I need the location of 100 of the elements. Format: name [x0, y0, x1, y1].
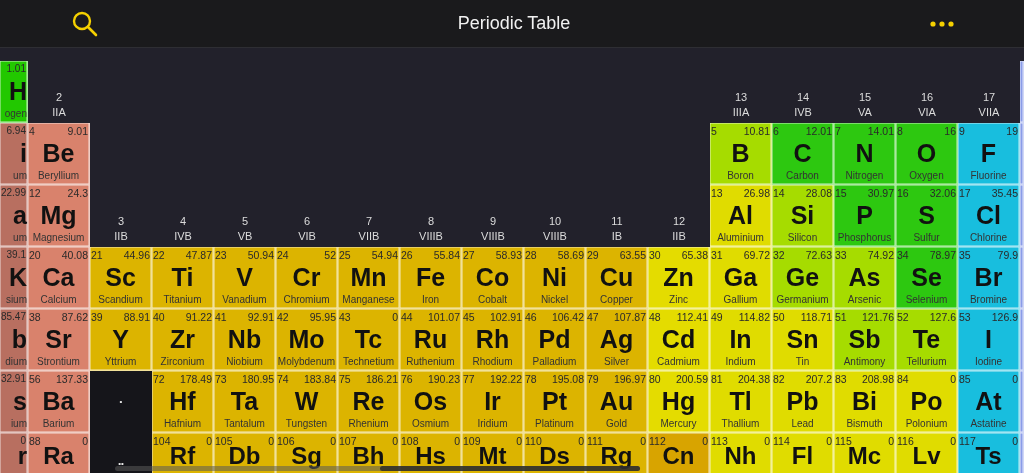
- element-tile[interactable]: 8 16 O Oxygen: [896, 123, 958, 185]
- element-tile[interactable]: 5 10.81 B Boron: [710, 123, 772, 185]
- element-tile[interactable]: 23 50.94 V Vanadium: [214, 247, 276, 309]
- element-tile[interactable]: 29 63.55 Cu Copper: [586, 247, 648, 309]
- element-tile[interactable]: 9 19 F Fluorine: [958, 123, 1020, 185]
- element-tile[interactable]: [1020, 247, 1024, 309]
- atomic-number: 8: [897, 125, 903, 138]
- element-tile[interactable]: 40 91.22 Zr Zirconium: [152, 309, 214, 371]
- element-tile[interactable]: 20 40.08 Ca Calcium: [28, 247, 90, 309]
- element-tile[interactable]: 116 0 Lv: [896, 433, 958, 473]
- element-name: Tellurium: [906, 356, 947, 368]
- element-tile[interactable]: 21 44.96 Sc Scandium: [90, 247, 152, 309]
- element-tile[interactable]: 17 35.45 Cl Chlorine: [958, 185, 1020, 247]
- element-tile[interactable]: 80 200.59 Hg Mercury: [648, 371, 710, 433]
- element-tile[interactable]: 13 26.98 Al Aluminium: [710, 185, 772, 247]
- element-symbol: Re: [352, 387, 385, 415]
- element-tile[interactable]: 31 69.72 Ga Gallium: [710, 247, 772, 309]
- element-tile[interactable]: 78 195.08 Pt Platinum: [524, 371, 586, 433]
- element-tile[interactable]: [1020, 61, 1024, 123]
- element-tile[interactable]: 77 192.22 Ir Iridium: [462, 371, 524, 433]
- group-number: 6: [303, 215, 311, 227]
- element-tile[interactable]: 104 0 Rf: [152, 433, 214, 473]
- element-tile[interactable]: 105 0 Db: [214, 433, 276, 473]
- element-tile[interactable]: 41 92.91 Nb Niobium: [214, 309, 276, 371]
- element-tile[interactable]: 27 58.93 Co Cobalt: [462, 247, 524, 309]
- element-tile[interactable]: 7 14.01 N Nitrogen: [834, 123, 896, 185]
- element-tile[interactable]: 109 0 Mt: [462, 433, 524, 473]
- element-tile[interactable]: 51 121.76 Sb Antimony: [834, 309, 896, 371]
- element-tile[interactable]: 83 208.98 Bi Bismuth: [834, 371, 896, 433]
- atomic-number: 53: [959, 311, 971, 324]
- element-tile[interactable]: 32.91 s ium: [0, 371, 28, 433]
- element-tile[interactable]: 47 107.87 Ag Silver: [586, 309, 648, 371]
- element-tile[interactable]: 108 0 Hs: [400, 433, 462, 473]
- element-tile[interactable]: 6.94 i um: [0, 123, 28, 185]
- element-tile[interactable]: 114 0 Fl: [772, 433, 834, 473]
- element-tile[interactable]: 88 0 Ra: [28, 433, 90, 473]
- element-tile[interactable]: 25 54.94 Mn Manganese: [338, 247, 400, 309]
- element-tile[interactable]: 115 0 Mc: [834, 433, 896, 473]
- element-tile[interactable]: 39 88.91 Y Yttrium: [90, 309, 152, 371]
- element-tile[interactable]: 33 74.92 As Arsenic: [834, 247, 896, 309]
- element-tile[interactable]: 45 102.91 Rh Rhodium: [462, 309, 524, 371]
- element-tile[interactable]: 112 0 Cn: [648, 433, 710, 473]
- element-tile[interactable]: 111 0 Rg: [586, 433, 648, 473]
- element-tile[interactable]: 85 0 At Astatine: [958, 371, 1020, 433]
- element-tile[interactable]: 22 47.87 Ti Titanium: [152, 247, 214, 309]
- element-tile[interactable]: 12 24.3 Mg Magnesium: [28, 185, 90, 247]
- element-tile[interactable]: 53 126.9 I Iodine: [958, 309, 1020, 371]
- element-tile[interactable]: 52 127.6 Te Tellurium: [896, 309, 958, 371]
- element-tile[interactable]: 73 180.95 Ta Tantalum: [214, 371, 276, 433]
- element-tile[interactable]: 22.99 a um: [0, 185, 28, 247]
- element-tile[interactable]: 81 204.38 Tl Thallium: [710, 371, 772, 433]
- element-tile[interactable]: 30 65.38 Zn Zinc: [648, 247, 710, 309]
- atomic-number: 41: [215, 311, 227, 324]
- atomic-number: 47: [587, 311, 599, 324]
- element-tile[interactable]: 117 0 Ts: [958, 433, 1020, 473]
- atomic-number: 34: [897, 249, 909, 262]
- element-tile[interactable]: 42 95.95 Mo Molybdenum: [276, 309, 338, 371]
- series-placeholder[interactable]: •: [90, 371, 152, 433]
- element-name: Copper: [600, 294, 633, 306]
- series-placeholder[interactable]: ••: [90, 433, 152, 473]
- element-tile[interactable]: 44 101.07 Ru Ruthenium: [400, 309, 462, 371]
- element-tile[interactable]: 14 28.08 Si Silicon: [772, 185, 834, 247]
- element-tile[interactable]: 39.1 K sium: [0, 247, 28, 309]
- element-tile[interactable]: 16 32.06 S Sulfur: [896, 185, 958, 247]
- element-tile[interactable]: 113 0 Nh: [710, 433, 772, 473]
- element-tile[interactable]: [1020, 309, 1024, 371]
- element-tile[interactable]: 28 58.69 Ni Nickel: [524, 247, 586, 309]
- element-tile[interactable]: 79 196.97 Au Gold: [586, 371, 648, 433]
- element-tile[interactable]: 74 183.84 W Tungsten: [276, 371, 338, 433]
- element-tile[interactable]: 106 0 Sg: [276, 433, 338, 473]
- element-tile[interactable]: 82 207.2 Pb Lead: [772, 371, 834, 433]
- element-tile[interactable]: 6 12.01 C Carbon: [772, 123, 834, 185]
- element-tile[interactable]: 49 114.82 In Indium: [710, 309, 772, 371]
- group-number: 11: [611, 215, 623, 227]
- element-tile[interactable]: 32 72.63 Ge Germanium: [772, 247, 834, 309]
- element-tile[interactable]: 75 186.21 Re Rhenium: [338, 371, 400, 433]
- element-tile[interactable]: 4 9.01 Be Beryllium: [28, 123, 90, 185]
- element-tile[interactable]: 84 0 Po Polonium: [896, 371, 958, 433]
- element-tile[interactable]: 34 78.97 Se Selenium: [896, 247, 958, 309]
- element-tile[interactable]: 46 106.42 Pd Palladium: [524, 309, 586, 371]
- element-tile[interactable]: 76 190.23 Os Osmium: [400, 371, 462, 433]
- element-tile[interactable]: 107 0 Bh: [338, 433, 400, 473]
- search-icon[interactable]: [72, 10, 98, 37]
- element-tile[interactable]: 15 30.97 P Phosphorus: [834, 185, 896, 247]
- element-tile[interactable]: [1020, 123, 1024, 185]
- element-tile[interactable]: 43 0 Tc Technetium: [338, 309, 400, 371]
- element-tile[interactable]: 50 118.71 Sn Tin: [772, 309, 834, 371]
- element-tile[interactable]: 72 178.49 Hf Hafnium: [152, 371, 214, 433]
- element-tile[interactable]: 110 0 Ds: [524, 433, 586, 473]
- element-tile[interactable]: 48 112.41 Cd Cadmium: [648, 309, 710, 371]
- element-tile[interactable]: 35 79.9 Br Bromine: [958, 247, 1020, 309]
- element-tile[interactable]: 85.47 b dium: [0, 309, 28, 371]
- element-tile[interactable]: 56 137.33 Ba Barium: [28, 371, 90, 433]
- element-tile[interactable]: 38 87.62 Sr Strontium: [28, 309, 90, 371]
- more-icon[interactable]: [930, 20, 954, 27]
- element-tile[interactable]: [1020, 185, 1024, 247]
- atomic-mass: 55.84: [433, 249, 460, 262]
- element-tile[interactable]: 26 55.84 Fe Iron: [400, 247, 462, 309]
- element-tile[interactable]: [1020, 371, 1024, 433]
- element-tile[interactable]: 24 52 Cr Chromium: [276, 247, 338, 309]
